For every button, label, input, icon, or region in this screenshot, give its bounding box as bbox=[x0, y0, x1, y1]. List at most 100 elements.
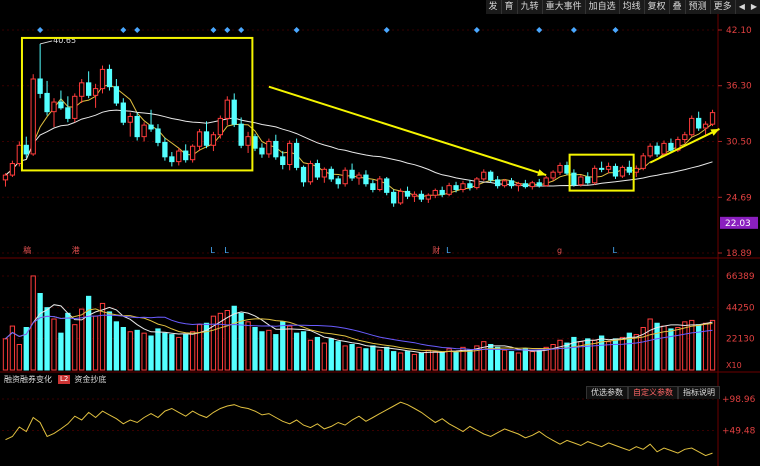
candle-body bbox=[162, 141, 168, 158]
toolbar-left-arrow-icon[interactable]: ◀ bbox=[736, 0, 748, 14]
toolbar-more-button[interactable]: 更多 bbox=[711, 0, 736, 14]
volume-bar bbox=[481, 341, 487, 371]
volume-bar bbox=[384, 346, 390, 371]
candle-body bbox=[661, 142, 667, 155]
candle-body bbox=[529, 182, 535, 188]
volume-bar bbox=[391, 351, 397, 371]
toolbar-adjust-button[interactable]: 复权 bbox=[645, 0, 670, 14]
indicator-help-button[interactable]: 指标说明 bbox=[678, 386, 720, 399]
toolbar-major-events-button[interactable]: 重大事件 bbox=[543, 0, 586, 14]
event-diamond-icon bbox=[570, 27, 577, 33]
volume-bar bbox=[127, 331, 133, 371]
candle-body bbox=[494, 179, 501, 187]
candle-body bbox=[592, 167, 598, 184]
candle-body bbox=[259, 147, 265, 155]
toolbar-right-arrow-icon[interactable]: ▶ bbox=[748, 0, 760, 14]
toolbar-moving-average-button[interactable]: 均线 bbox=[620, 0, 645, 14]
candle-body bbox=[432, 189, 438, 196]
candle-body bbox=[397, 190, 404, 204]
candle-body bbox=[605, 165, 612, 170]
volume-bar bbox=[300, 331, 307, 371]
candle-body bbox=[217, 117, 224, 136]
candle-body bbox=[134, 115, 140, 138]
downtrend-arrow-head bbox=[537, 169, 547, 176]
toolbar-forecast-button[interactable]: 预测 bbox=[686, 0, 711, 14]
volume-bar bbox=[189, 331, 196, 371]
volume-bar bbox=[335, 341, 341, 371]
toolbar-fa-button[interactable]: 发 bbox=[486, 0, 502, 14]
toolbar-add-watchlist-button[interactable]: 加自选 bbox=[586, 0, 620, 14]
volume-bar bbox=[155, 328, 161, 371]
candle-body bbox=[99, 68, 106, 90]
volume-bar bbox=[654, 322, 660, 371]
candle-body bbox=[86, 82, 92, 96]
event-marker-label: L bbox=[210, 246, 215, 255]
candle-body bbox=[92, 88, 99, 96]
indicator-tabs: 优选参数 自定义参数 指标说明 bbox=[586, 386, 720, 399]
volume-bar bbox=[245, 321, 251, 371]
candle-body bbox=[196, 131, 203, 147]
candle-body bbox=[72, 95, 78, 119]
volume-bar bbox=[148, 335, 154, 371]
volume-bar bbox=[494, 346, 501, 371]
candle-body bbox=[404, 190, 411, 197]
volume-bar bbox=[287, 325, 293, 371]
candle-body bbox=[58, 101, 64, 109]
event-marker-label: L bbox=[446, 246, 451, 255]
volume-bar bbox=[86, 295, 92, 371]
candle-body bbox=[2, 174, 9, 181]
candle-body bbox=[411, 193, 418, 197]
volume-bar bbox=[668, 328, 674, 371]
event-diamond-icon bbox=[224, 27, 231, 33]
toolbar-nine-turn-button[interactable]: 九转 bbox=[518, 0, 543, 14]
candle-body bbox=[113, 86, 120, 104]
event-marker-label: L bbox=[612, 246, 617, 255]
candle-body bbox=[418, 193, 425, 200]
candle-body bbox=[488, 171, 494, 181]
volume-bar bbox=[252, 327, 258, 371]
candle-body bbox=[377, 178, 383, 190]
custom-params-button[interactable]: 自定义参数 bbox=[628, 386, 678, 399]
candle-body bbox=[189, 145, 196, 161]
indicator-tick-label: +49.48 bbox=[722, 427, 756, 437]
event-marker-label: L bbox=[224, 246, 229, 255]
toolbar-overlay-button[interactable]: 叠 bbox=[670, 0, 686, 14]
capital-bottom-tab[interactable]: 资金抄底 bbox=[70, 374, 110, 385]
volume-bar bbox=[377, 349, 383, 371]
candle-body bbox=[224, 99, 230, 119]
candle-body bbox=[280, 156, 286, 166]
volume-tick-label: 44250 bbox=[726, 303, 755, 313]
toolbar-yu-button[interactable]: 育 bbox=[502, 0, 518, 14]
candle-body bbox=[9, 163, 16, 176]
volume-bar bbox=[682, 321, 688, 371]
candle-body bbox=[439, 189, 445, 195]
volume-bar bbox=[169, 334, 175, 371]
volume-bar bbox=[162, 332, 168, 371]
volume-bar bbox=[2, 338, 9, 371]
volume-tick-label: 22130 bbox=[726, 335, 755, 345]
volume-bar bbox=[661, 325, 667, 371]
candle-body bbox=[51, 101, 57, 113]
candle-body bbox=[307, 163, 314, 183]
candle-body bbox=[522, 183, 529, 188]
candle-body bbox=[16, 144, 22, 165]
volume-bar bbox=[453, 351, 459, 371]
optimized-params-button[interactable]: 优选参数 bbox=[586, 386, 628, 399]
volume-bar bbox=[619, 336, 626, 371]
volume-bar bbox=[557, 339, 563, 371]
volume-bar bbox=[418, 352, 425, 371]
volume-bar bbox=[231, 305, 237, 371]
candle-body bbox=[446, 185, 452, 195]
candle-body bbox=[321, 168, 327, 178]
candle-body bbox=[183, 150, 189, 161]
candle-body bbox=[612, 165, 619, 177]
volume-bar bbox=[293, 332, 300, 371]
event-diamond-icon bbox=[210, 27, 217, 33]
volume-bar bbox=[633, 334, 639, 371]
volume-bar bbox=[314, 336, 321, 371]
candle-body bbox=[245, 136, 251, 146]
margin-change-tab[interactable]: 融资融券变化 bbox=[0, 374, 56, 385]
volume-bar bbox=[176, 336, 182, 371]
candle-body bbox=[210, 134, 217, 146]
candle-body bbox=[696, 117, 702, 129]
